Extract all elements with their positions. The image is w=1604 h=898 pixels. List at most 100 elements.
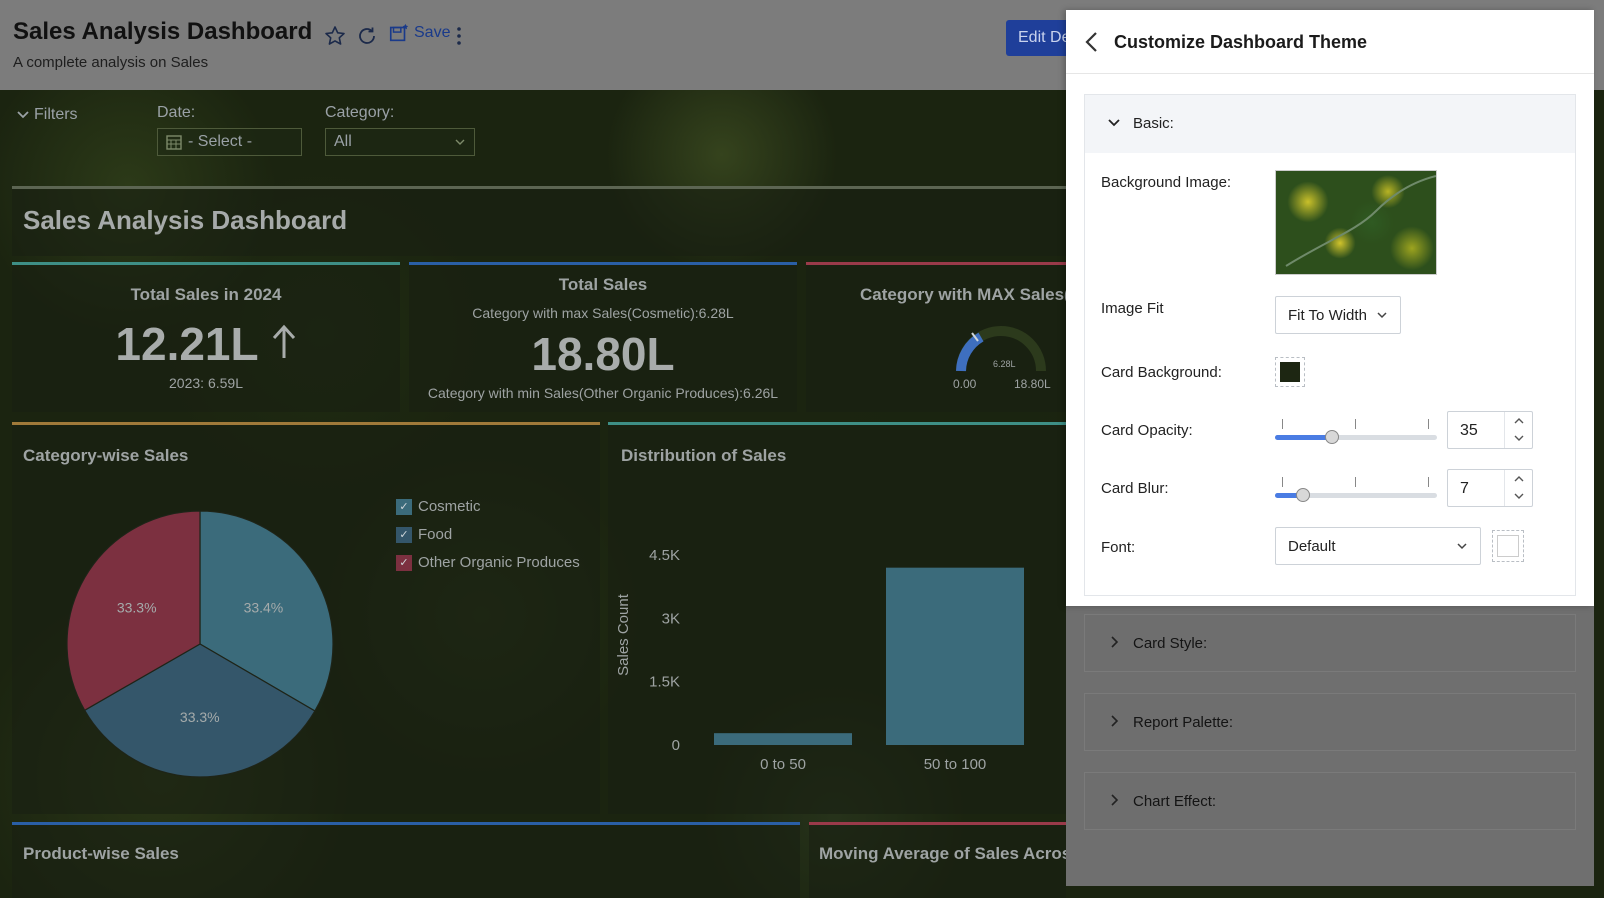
card-blur-input[interactable]: 7 (1447, 469, 1533, 507)
star-icon[interactable] (323, 24, 347, 48)
save-label: Save (414, 24, 451, 41)
legend-item-food[interactable]: ✓ Food (396, 526, 452, 543)
pie-chart: 33.4% 33.3% 33.3% (66, 510, 334, 778)
distribution-title: Distribution of Sales (621, 446, 787, 465)
font-color-swatch[interactable] (1492, 530, 1524, 562)
chevron-down-icon (17, 111, 29, 119)
save-button[interactable]: Save (388, 22, 450, 44)
card-background-label: Card Background: (1101, 364, 1222, 381)
refresh-icon[interactable] (355, 24, 379, 48)
chevron-down-icon[interactable] (1513, 433, 1525, 443)
kpi-bottom-note: Category with min Sales(Other Organic Pr… (427, 385, 779, 401)
section-report-palette[interactable]: Report Palette: (1084, 693, 1576, 751)
legend-label: Cosmetic (418, 498, 481, 515)
chevron-up-icon[interactable] (1513, 474, 1525, 484)
section-basic-header[interactable]: Basic: (1085, 95, 1575, 153)
kpi-title: Total Sales in 2024 (130, 285, 282, 304)
date-filter-label: Date: (157, 104, 196, 121)
legend-item-other-organic[interactable]: ✓ Other Organic Produces (396, 554, 580, 571)
filters-toggle[interactable]: Filters (16, 106, 78, 124)
font-label: Font: (1101, 539, 1136, 556)
slider-tick (1282, 419, 1283, 429)
category-filter-label: Category: (325, 104, 395, 121)
chevron-down-icon (1377, 312, 1387, 319)
calendar-icon (166, 135, 182, 150)
pie-slice-label: 33.4% (244, 600, 284, 616)
bar[interactable] (714, 733, 852, 745)
slider-tick (1282, 477, 1283, 487)
image-fit-value: Fit To Width (1288, 306, 1367, 324)
x-tick-label: 50 to 100 (924, 756, 987, 773)
y-axis-label: Sales Count (615, 593, 632, 676)
y-tick-label: 4.5K (649, 547, 680, 564)
category-filter-select[interactable]: All (325, 128, 475, 156)
x-tick-label: 0 to 50 (760, 756, 806, 773)
chevron-down-icon (455, 139, 465, 145)
kpi-sub: 2023: 6.59L (169, 375, 243, 391)
card-opacity-slider[interactable] (1275, 417, 1437, 444)
moving-average-title: Moving Average of Sales Across (819, 844, 1066, 863)
card-background-swatch[interactable] (1275, 357, 1305, 387)
section-label: Chart Effect: (1133, 793, 1217, 810)
chevron-right-icon (1111, 636, 1119, 648)
y-tick-label: 1.5K (649, 674, 680, 691)
card-blur-value: 7 (1460, 480, 1469, 497)
kpi-value: 12.21L (12, 317, 400, 371)
section-card-style[interactable]: Card Style: (1084, 614, 1576, 672)
card-blur-label: Card Blur: (1101, 480, 1169, 497)
bar-chart: 0 1.5K 3K 4.5K Sales Count 0 to 50 50 to 100 (615, 547, 1024, 773)
page-title: Sales Analysis Dashboard (13, 18, 313, 45)
slider-tick (1428, 477, 1429, 487)
legend-label: Other Organic Produces (418, 554, 580, 571)
slider-thumb[interactable] (1324, 430, 1339, 444)
background-image-thumbnail[interactable] (1275, 170, 1437, 275)
chevron-right-icon (1111, 715, 1119, 727)
more-options-icon[interactable] (447, 24, 471, 48)
image-fit-select[interactable]: Fit To Width (1275, 296, 1401, 334)
card-opacity-input[interactable]: 35 (1447, 411, 1533, 449)
chevron-down-icon (1457, 543, 1467, 550)
pie-slice-label: 33.3% (117, 599, 157, 615)
gauge-value: 6.28L (993, 359, 1016, 369)
font-color (1497, 535, 1519, 557)
date-filter-select[interactable]: - Select - (157, 128, 302, 156)
bar[interactable] (886, 567, 1024, 745)
chevron-down-icon (1108, 119, 1120, 127)
forest-road-image (1285, 175, 1436, 267)
chevron-down-icon[interactable] (1513, 491, 1525, 501)
gauge-min: 0.00 (953, 377, 977, 391)
y-tick-label: 3K (662, 610, 680, 627)
background-image-label: Background Image: (1101, 174, 1232, 191)
kpi-top-note: Category with max Sales(Cosmetic):6.28L (472, 305, 734, 321)
gauge-max: 18.80L (1014, 377, 1051, 391)
arrow-up-icon (272, 324, 295, 358)
kpi-card-total-sales-2024: Total Sales in 2024 12.21L 2023: 6.59L (12, 262, 400, 412)
back-arrow-icon[interactable] (1082, 30, 1102, 54)
kpi-value-text: 12.21L (115, 318, 258, 370)
section-chart-effect[interactable]: Chart Effect: (1084, 772, 1576, 830)
slider-tick (1355, 419, 1356, 429)
card-background-color (1280, 362, 1300, 382)
slider-fill (1275, 435, 1332, 440)
font-value: Default (1288, 537, 1336, 555)
slider-thumb[interactable] (1295, 488, 1310, 502)
card-blur-slider[interactable] (1275, 475, 1437, 502)
kpi-value: 18.80L (531, 328, 675, 380)
category-sales-title: Category-wise Sales (23, 446, 189, 465)
font-select[interactable]: Default (1275, 527, 1481, 565)
legend-label: Food (418, 526, 453, 543)
y-tick-label: 0 (672, 737, 680, 754)
kpi-title: Total Sales (558, 275, 648, 294)
section-label: Card Style: (1133, 635, 1208, 652)
section-basic: Basic: Background Image: Image Fit Fit T… (1084, 94, 1576, 596)
card-opacity-label: Card Opacity: (1101, 422, 1193, 439)
chevron-up-icon[interactable] (1513, 416, 1525, 426)
section-label: Report Palette: (1133, 714, 1234, 731)
kpi-title: Category with MAX Sales(C (860, 285, 1066, 304)
checkbox-checked-icon: ✓ (396, 554, 412, 571)
panel-title: Customize Dashboard Theme (1114, 32, 1368, 52)
kpi-card-total-sales: Total Sales Category with max Sales(Cosm… (409, 262, 797, 412)
checkbox-checked-icon: ✓ (396, 498, 412, 515)
legend-item-cosmetic[interactable]: ✓ Cosmetic (396, 498, 481, 515)
checkbox-checked-icon: ✓ (396, 526, 412, 543)
